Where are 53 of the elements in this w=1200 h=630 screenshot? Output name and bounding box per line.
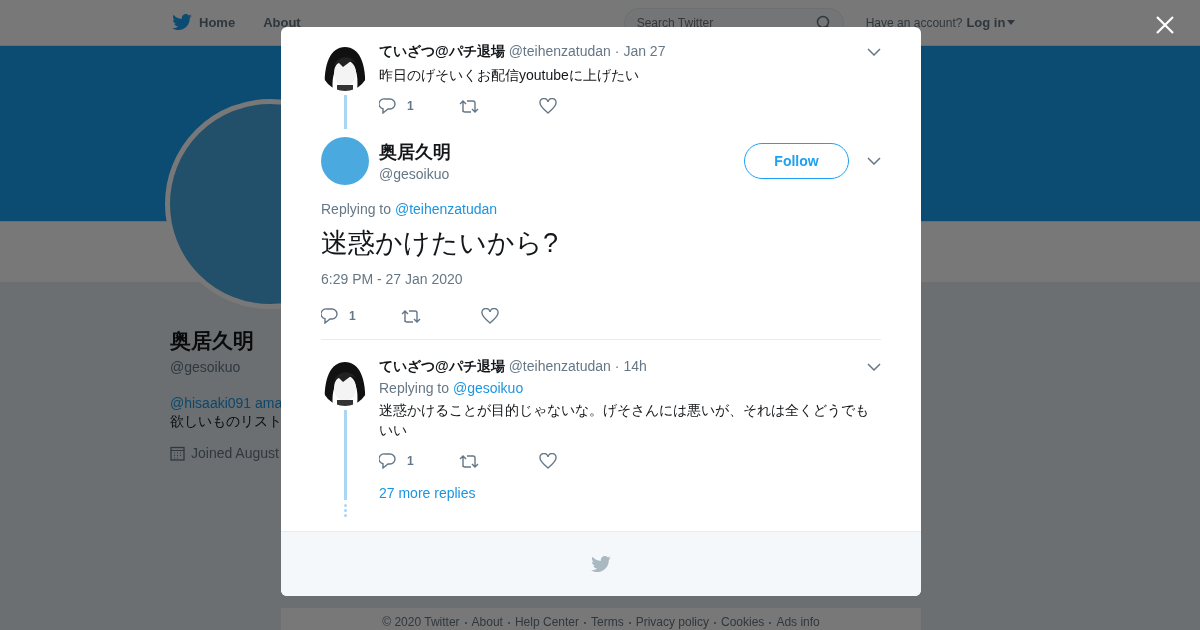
footer-link[interactable]: Help Center <box>514 615 579 630</box>
reply-icon[interactable] <box>321 308 338 324</box>
account-prompt: Have an account? <box>865 15 963 30</box>
more-replies-link[interactable]: 27 more replies <box>379 485 476 501</box>
reply-count: 1 <box>407 454 414 468</box>
chevron-down-icon[interactable] <box>867 48 881 56</box>
profile-handle: @gesoikuo <box>170 359 242 375</box>
user-handle[interactable]: @teihenzatudan <box>508 358 611 374</box>
footer-link[interactable]: About <box>471 615 503 630</box>
tweet-time[interactable]: · 14h <box>614 358 647 374</box>
tweet-text: 昨日のげそいくお配信youtubeに上げたい <box>379 66 640 85</box>
reply-icon[interactable] <box>379 453 396 469</box>
heart-icon[interactable] <box>539 453 557 469</box>
footer-link[interactable]: Ads info <box>776 615 820 630</box>
retweet-icon[interactable] <box>401 309 421 323</box>
tweet-text: 迷惑かけたいから? <box>321 227 560 260</box>
chevron-down-icon[interactable] <box>867 363 881 371</box>
bio-text: 欲しいものリスト <box>170 413 283 431</box>
calendar-icon <box>170 445 185 461</box>
reply-icon[interactable] <box>379 98 396 114</box>
heart-icon[interactable] <box>539 98 557 114</box>
avatar[interactable] <box>321 137 369 185</box>
nav-link[interactable]: About <box>263 15 301 30</box>
tweet-text: 迷惑かけることが目的じゃないな。げそさんには悪いが、それは全くどうでもいい <box>379 401 870 440</box>
tweet-timestamp[interactable]: 6:29 PM - 27 Jan 2020 <box>321 271 881 287</box>
mention-link[interactable]: @teihenzatudan <box>394 201 498 217</box>
user-name[interactable]: ていざつ@パチ退場 <box>379 358 505 376</box>
bird-icon <box>591 555 611 573</box>
mention-link[interactable]: @gesoikuo <box>452 380 524 396</box>
footer-link[interactable]: © 2020 Twitter <box>382 615 460 630</box>
tweet-time[interactable]: · Jan 27 <box>614 43 666 59</box>
reply-count: 1 <box>407 99 414 113</box>
follow-button[interactable]: Follow <box>744 143 849 179</box>
reply-count: 1 <box>349 309 356 323</box>
replying-to: Replying to @gesoikuo <box>379 380 525 396</box>
nav-link[interactable]: Home <box>172 14 236 31</box>
footer-link[interactable]: Cookies <box>721 615 765 630</box>
footer-link[interactable]: Terms <box>591 615 624 630</box>
user-handle[interactable]: @teihenzatudan <box>508 43 611 59</box>
retweet-icon[interactable] <box>459 454 479 468</box>
user-handle[interactable]: @gesoikuo <box>379 166 744 182</box>
user-name[interactable]: ていざつ@パチ退場 <box>379 43 505 61</box>
caret-icon <box>1007 20 1016 25</box>
retweet-icon[interactable] <box>459 99 479 113</box>
chevron-down-icon[interactable] <box>867 157 881 165</box>
footer-link[interactable]: Privacy policy <box>635 615 709 630</box>
login-link[interactable]: Log in <box>966 15 1016 30</box>
bird-icon <box>172 14 192 31</box>
joined-date: Joined August <box>191 445 279 461</box>
heart-icon[interactable] <box>481 308 499 324</box>
user-name[interactable]: 奥居久明 <box>379 140 744 164</box>
profile-name: 奥居久明 <box>170 328 255 354</box>
replying-to: Replying to @teihenzatudan <box>321 201 499 217</box>
